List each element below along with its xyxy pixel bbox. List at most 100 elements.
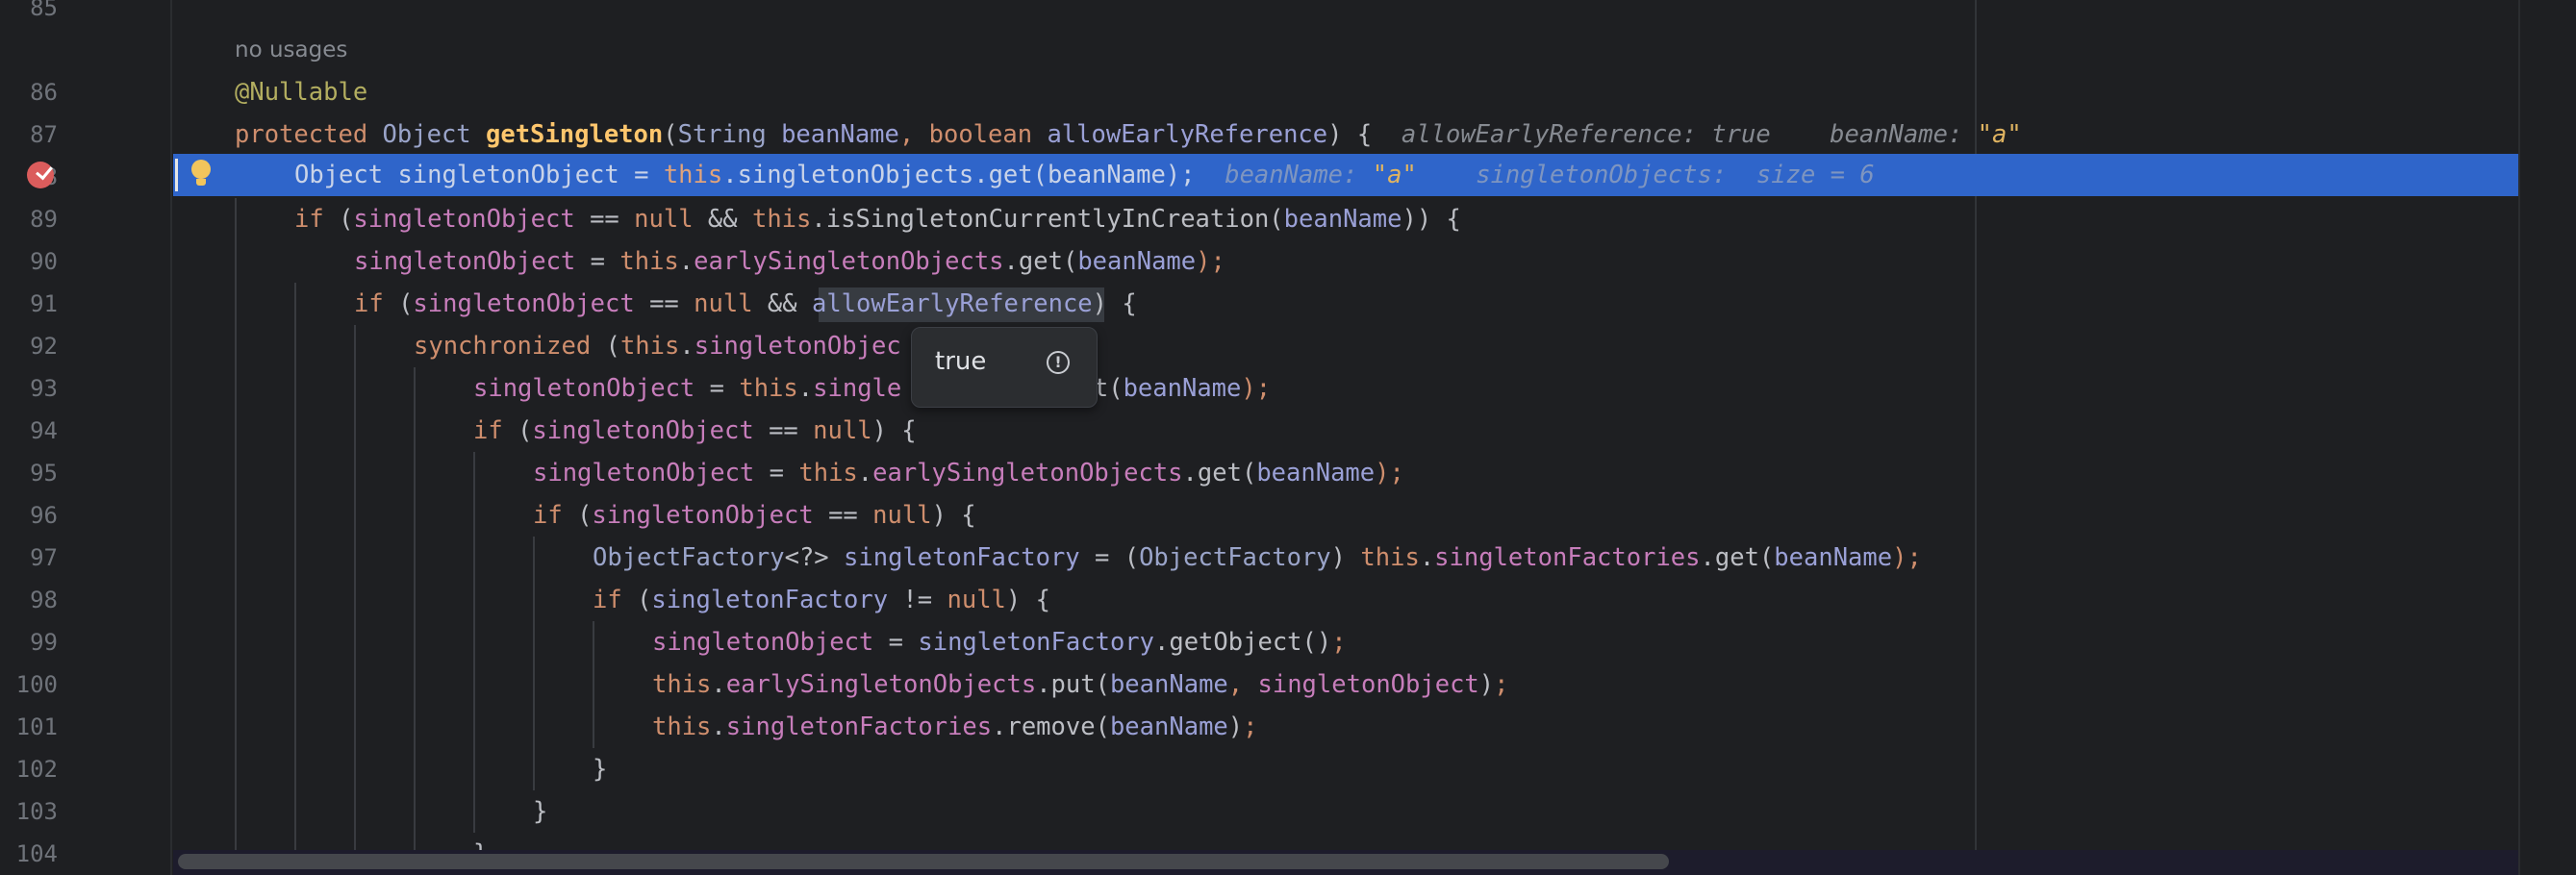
indent-guide bbox=[414, 367, 416, 875]
code-token: beanName bbox=[1109, 712, 1228, 741]
code-line[interactable]: if (singletonFactory != null) { bbox=[593, 579, 1050, 621]
code-line[interactable]: if (singletonObject == null && this.isSi… bbox=[294, 198, 1461, 240]
line-number[interactable]: 97 bbox=[0, 537, 58, 579]
line-number[interactable]: 101 bbox=[0, 706, 58, 748]
code-token: null bbox=[947, 586, 1006, 614]
code-token: if bbox=[533, 501, 578, 530]
indent-guide bbox=[294, 283, 296, 875]
code-token: null bbox=[694, 289, 768, 318]
code-token: singletonObjec bbox=[694, 332, 901, 361]
code-token: . bbox=[1419, 543, 1435, 572]
code-token: , bbox=[898, 120, 929, 149]
code-line[interactable]: } bbox=[593, 748, 607, 790]
code-token: protected bbox=[235, 120, 383, 149]
usages-hint[interactable]: no usages bbox=[235, 29, 347, 71]
code-token: ); bbox=[1375, 459, 1404, 488]
code-line[interactable]: this.singletonFactories.remove(beanName)… bbox=[652, 706, 1258, 748]
code-token: singletonObject bbox=[592, 501, 814, 530]
code-token: . bbox=[797, 374, 814, 403]
code-token: singletonObject bbox=[1257, 670, 1479, 699]
line-number[interactable]: 95 bbox=[0, 452, 58, 494]
code-token: ; bbox=[1494, 670, 1509, 699]
line-number[interactable]: 104 bbox=[0, 833, 58, 875]
line-number[interactable]: 86 bbox=[0, 71, 58, 113]
code-token: beanName bbox=[1077, 247, 1197, 276]
code-line[interactable]: if (singletonObject == null && allowEarl… bbox=[354, 283, 1137, 325]
code-line[interactable]: singletonObject = this.earlySingletonObj… bbox=[533, 452, 1404, 494]
debug-value-tooltip[interactable]: true ! bbox=[911, 327, 1098, 408]
code-token: } bbox=[593, 755, 608, 784]
code-token: == bbox=[634, 289, 695, 318]
code-line[interactable]: } bbox=[533, 790, 547, 833]
indent-guide bbox=[533, 537, 535, 790]
line-number[interactable]: 99 bbox=[0, 621, 58, 663]
code-token: earlySingletonObjects bbox=[694, 247, 1004, 276]
code-token: this bbox=[751, 205, 812, 234]
line-number[interactable]: 94 bbox=[0, 410, 58, 452]
code-token: ( bbox=[577, 501, 593, 530]
lightbulb-icon[interactable] bbox=[189, 160, 215, 188]
code-token: ); bbox=[1196, 247, 1225, 276]
code-line[interactable]: ObjectFactory<?> singletonFactory = (Obj… bbox=[593, 537, 1922, 579]
line-number[interactable]: 87 bbox=[0, 113, 58, 156]
code-token: singletonObject bbox=[652, 628, 874, 657]
code-token: .put( bbox=[1036, 670, 1110, 699]
line-number[interactable]: 89 bbox=[0, 198, 58, 240]
code-line[interactable]: if (singletonObject == null) { bbox=[533, 494, 976, 537]
code-token: this bbox=[798, 459, 858, 488]
code-token: String bbox=[677, 120, 782, 149]
current-execution-line[interactable]: Object singletonObject = this.singletonO… bbox=[173, 154, 2518, 196]
code-line[interactable]: protected Object getSingleton(String bea… bbox=[235, 113, 2022, 156]
code-token: ObjectFactory bbox=[1139, 543, 1331, 572]
line-number[interactable]: 93 bbox=[0, 367, 58, 410]
code-token: singletonObject bbox=[533, 459, 755, 488]
code-token: singletonFactory bbox=[844, 543, 1080, 572]
code-token: ( bbox=[339, 205, 354, 234]
code-line[interactable]: this.earlySingletonObjects.put(beanName,… bbox=[652, 663, 1509, 706]
code-token: this bbox=[739, 374, 798, 403]
code-token: ); bbox=[1892, 543, 1922, 572]
code-token: . bbox=[857, 459, 873, 488]
code-token: ) { bbox=[1092, 289, 1137, 318]
code-line[interactable]: synchronized (this.singletonObjec bbox=[414, 325, 901, 367]
code-token: allowEarlyReference bbox=[1047, 120, 1328, 149]
code-line[interactable]: singletonObject = this.earlySingletonObj… bbox=[354, 240, 1225, 283]
code-token: ( bbox=[398, 289, 414, 318]
code-line[interactable]: @Nullable bbox=[235, 71, 367, 113]
horizontal-scrollbar-thumb[interactable] bbox=[178, 854, 1669, 869]
code-token: ) bbox=[1330, 543, 1361, 572]
gutter-separator bbox=[170, 0, 172, 875]
code-token: single bbox=[813, 374, 902, 403]
code-token: beanName bbox=[1109, 670, 1228, 699]
code-token: null bbox=[634, 205, 708, 234]
code-line[interactable]: singletonObject = this.single et(beanNam… bbox=[473, 367, 1271, 410]
indent-guide bbox=[235, 198, 237, 875]
code-token: ( bbox=[663, 120, 678, 149]
line-number[interactable]: 103 bbox=[0, 790, 58, 833]
gutter[interactable]: 8586878889909192939495969798991001011021… bbox=[0, 0, 170, 875]
code-line[interactable]: if (singletonObject == null) { bbox=[473, 410, 917, 452]
code-token: ( bbox=[605, 332, 620, 361]
code-token: ObjectFactory bbox=[593, 543, 785, 572]
info-icon[interactable]: ! bbox=[1047, 351, 1070, 374]
breakpoint-icon[interactable] bbox=[27, 162, 54, 188]
line-number[interactable]: 85 bbox=[0, 0, 58, 29]
line-number[interactable]: 96 bbox=[0, 494, 58, 537]
code-token: .get( bbox=[1700, 543, 1775, 572]
code-editor[interactable]: 8586878889909192939495969798991001011021… bbox=[0, 0, 2576, 875]
code-token: beanName bbox=[1774, 543, 1893, 572]
code-token: allowEarlyReference: true beanName: bbox=[1372, 120, 1978, 149]
line-number[interactable]: 92 bbox=[0, 325, 58, 367]
code-line[interactable]: singletonObject = singletonFactory.getOb… bbox=[652, 621, 1347, 663]
code-token: synchronized bbox=[414, 332, 606, 361]
code-token: Object singletonObject = bbox=[294, 161, 664, 189]
line-number[interactable]: 102 bbox=[0, 748, 58, 790]
vertical-scrollbar[interactable] bbox=[2518, 0, 2576, 875]
code-token: singletonObject bbox=[354, 247, 576, 276]
code-token: singletonFactory bbox=[651, 586, 889, 614]
line-number[interactable]: 91 bbox=[0, 283, 58, 325]
code-token: ) { bbox=[1005, 586, 1050, 614]
line-number[interactable]: 90 bbox=[0, 240, 58, 283]
line-number[interactable]: 100 bbox=[0, 663, 58, 706]
line-number[interactable]: 98 bbox=[0, 579, 58, 621]
